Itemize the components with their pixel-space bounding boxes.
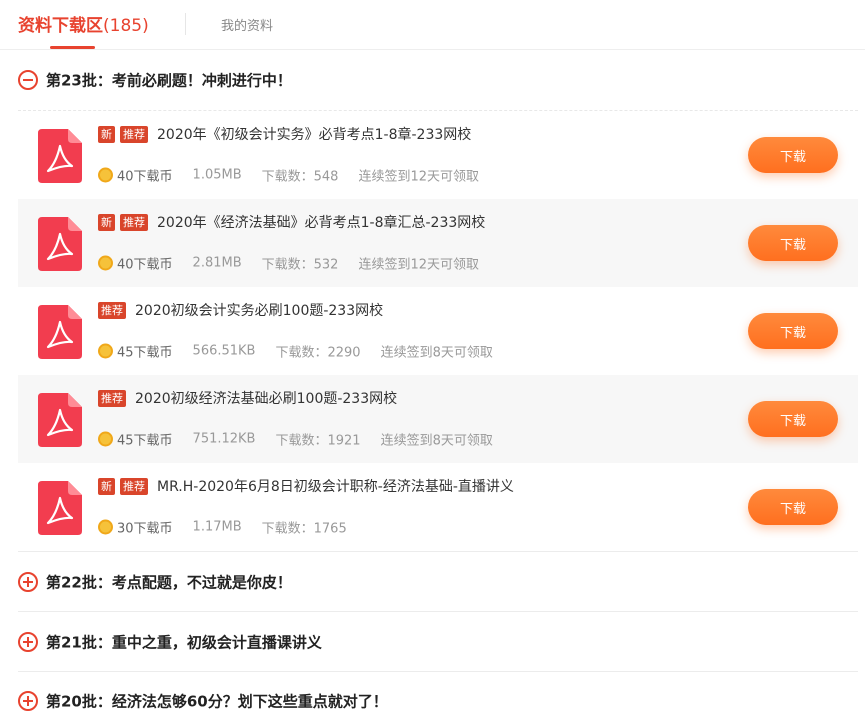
file-downloads: 下载数：2290	[275, 345, 361, 361]
batch-header-21[interactable]: 第21批：重中之重，初级会计直播课讲义	[18, 612, 858, 672]
file-name[interactable]: 2020初级经济法基础必刷100题-233网校	[135, 388, 397, 408]
plus-circle-icon[interactable]	[18, 632, 38, 652]
file-reward: 连续签到12天可领取	[358, 257, 480, 273]
tab-divider	[185, 13, 186, 35]
file-size: 1.05MB	[192, 167, 242, 183]
download-button[interactable]: 下载	[748, 401, 838, 437]
new-badge: 新	[98, 213, 115, 231]
coin-icon	[98, 255, 113, 271]
file-name[interactable]: 2020年《初级会计实务》必背考点1-8章-233网校	[157, 124, 471, 144]
file-downloads: 下载数：1765	[261, 521, 347, 537]
tab-bar: 资料下载区(185) 我的资料	[0, 0, 865, 50]
file-reward: 连续签到12天可领取	[358, 169, 480, 185]
download-button[interactable]: 下载	[748, 225, 838, 261]
coin-icon	[98, 343, 113, 359]
file-reward: 连续签到8天可领取	[380, 345, 493, 361]
pdf-file-icon	[38, 217, 82, 271]
pdf-file-icon	[38, 481, 82, 535]
file-downloads: 下载数：532	[261, 257, 339, 273]
plus-circle-icon[interactable]	[18, 572, 38, 592]
coin-icon	[98, 167, 113, 183]
file-name[interactable]: 2020年《经济法基础》必背考点1-8章汇总-233网校	[157, 212, 485, 232]
batch-header-23[interactable]: 第23批：考前必刷题！冲刺进行中！	[18, 50, 858, 110]
download-button[interactable]: 下载	[748, 489, 838, 525]
recommend-badge: 推荐	[120, 125, 148, 143]
file-cost: 45下载币	[117, 433, 173, 449]
batch-title: 第22批：考点配题，不过就是你皮！	[46, 573, 292, 592]
file-cost: 40下载币	[117, 257, 173, 273]
file-cost: 30下载币	[117, 521, 173, 537]
recommend-badge: 推荐	[120, 213, 148, 231]
file-size: 2.81MB	[192, 255, 242, 271]
file-cost: 40下载币	[117, 169, 173, 185]
file-cost: 45下载币	[117, 345, 173, 361]
batch-header-22[interactable]: 第22批：考点配题，不过就是你皮！	[18, 552, 858, 612]
minus-circle-icon[interactable]	[18, 70, 38, 90]
batch-title: 第23批：考前必刷题！冲刺进行中！	[46, 71, 292, 90]
download-button[interactable]: 下载	[748, 313, 838, 349]
new-badge: 新	[98, 125, 115, 143]
download-button[interactable]: 下载	[748, 137, 838, 173]
coin-icon	[98, 519, 113, 535]
pdf-file-icon	[38, 129, 82, 183]
tab-download-area-label: 资料下载区	[18, 16, 103, 36]
new-badge: 新	[98, 477, 115, 495]
batch-title: 第21批：重中之重，初级会计直播课讲义	[46, 633, 322, 652]
pdf-file-icon	[38, 305, 82, 359]
file-reward: 连续签到8天可领取	[380, 433, 493, 449]
file-size: 1.17MB	[192, 519, 242, 535]
recommend-badge: 推荐	[98, 301, 126, 319]
file-size: 566.51KB	[192, 343, 256, 359]
pdf-file-icon	[38, 393, 82, 447]
file-size: 751.12KB	[192, 431, 256, 447]
file-name[interactable]: 2020初级会计实务必刷100题-233网校	[135, 300, 383, 320]
file-downloads: 下载数：1921	[275, 433, 361, 449]
coin-icon	[98, 431, 113, 447]
batch-header-20[interactable]: 第20批：经济法怎够60分？划下这些重点就对了！	[18, 672, 858, 723]
file-downloads: 下载数：548	[261, 169, 339, 185]
file-row: 推荐 2020初级经济法基础必刷100题-233网校 45下载币 751.12K…	[18, 375, 858, 463]
tab-download-area[interactable]: 资料下载区(185)	[18, 11, 149, 36]
plus-circle-icon[interactable]	[18, 691, 38, 711]
active-tab-indicator	[50, 46, 95, 49]
tab-my-materials[interactable]: 我的资料	[221, 15, 273, 34]
file-row: 推荐 2020初级会计实务必刷100题-233网校 45下载币 566.51KB…	[18, 287, 858, 375]
file-row: 新 推荐 2020年《初级会计实务》必背考点1-8章-233网校 40下载币 1…	[18, 111, 858, 199]
recommend-badge: 推荐	[98, 389, 126, 407]
tab-download-area-count: (185)	[103, 16, 149, 36]
recommend-badge: 推荐	[120, 477, 148, 495]
file-name[interactable]: MR.H-2020年6月8日初级会计职称-经济法基础-直播讲义	[157, 476, 514, 496]
file-row: 新 推荐 MR.H-2020年6月8日初级会计职称-经济法基础-直播讲义 30下…	[18, 463, 858, 551]
batch-title: 第20批：经济法怎够60分？划下这些重点就对了！	[46, 692, 388, 711]
file-row: 新 推荐 2020年《经济法基础》必背考点1-8章汇总-233网校 40下载币 …	[18, 199, 858, 287]
